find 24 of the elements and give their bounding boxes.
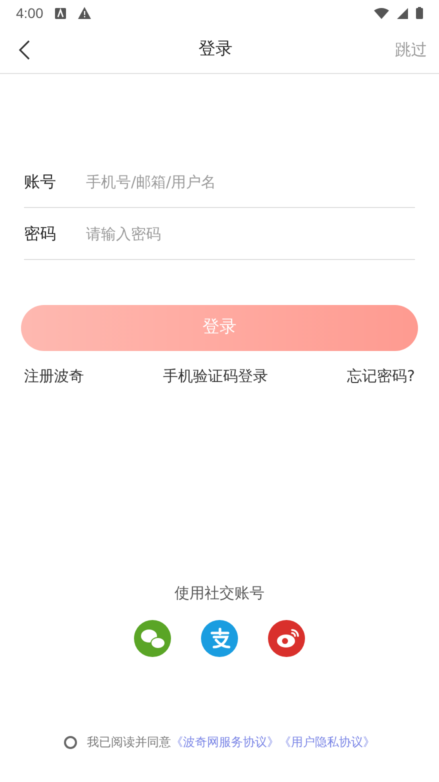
back-icon <box>18 40 30 60</box>
social-title: 使用社交账号 <box>174 582 264 604</box>
text-link[interactable]: 注册波奇 <box>24 365 84 388</box>
status-time: 4:00 <box>16 4 44 22</box>
skip-button[interactable]: 跳过 <box>395 38 427 62</box>
page-title: 登录 <box>198 38 232 61</box>
notification-icon <box>55 8 66 18</box>
wifi-icon <box>374 8 389 18</box>
field-label: 账号 <box>24 170 57 192</box>
agreement-radio[interactable] <box>64 736 77 748</box>
eye-signal-icon[interactable] <box>268 620 305 657</box>
chat-bubbles-icon[interactable] <box>134 620 171 657</box>
text-link[interactable]: 手机验证码登录 <box>163 365 268 388</box>
field-label: 密码 <box>24 222 57 244</box>
input-field[interactable]: 请输入密码 <box>86 208 415 259</box>
pay-icon[interactable] <box>201 620 238 657</box>
text-link[interactable]: 忘记密码? <box>347 365 415 388</box>
agreement-link[interactable]: 《波奇网服务协议》 <box>171 733 279 751</box>
input-field[interactable]: 手机号/邮箱/用户名 <box>86 156 415 207</box>
agreement-text: 我已阅读并同意 <box>87 734 171 751</box>
agreement-link[interactable]: 《用户隐私协议》 <box>279 733 375 751</box>
battery-icon <box>416 7 423 19</box>
signal-icon <box>397 8 408 18</box>
warning-icon <box>78 7 92 19</box>
